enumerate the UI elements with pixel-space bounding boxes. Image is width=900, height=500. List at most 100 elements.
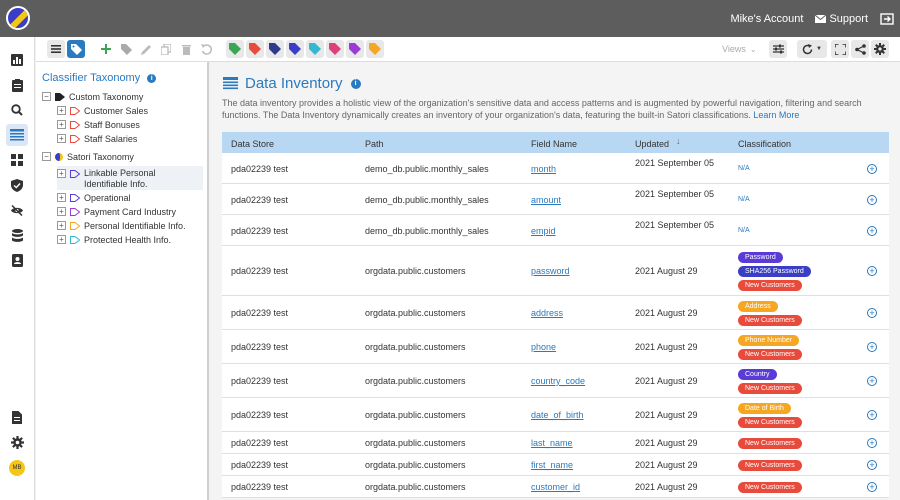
info-icon[interactable]: i [350, 78, 361, 89]
copy-button[interactable] [157, 40, 175, 58]
learn-more-link[interactable]: Learn More [753, 110, 799, 120]
tree-node-payment-card-industry[interactable]: + Payment Card Industry [57, 207, 176, 221]
add-classification-icon[interactable]: + [867, 460, 877, 470]
tag-filter-green[interactable] [226, 40, 244, 58]
classification-badge[interactable]: Address [738, 301, 778, 312]
table-row[interactable]: pda02239 test orgdata.public.customers cus… [222, 476, 889, 498]
classification-badge[interactable]: New Customers [738, 417, 802, 428]
cell-field-name[interactable]: address [531, 308, 563, 318]
tag-filter-navy[interactable] [266, 40, 284, 58]
data-inventory-icon[interactable] [6, 124, 28, 146]
table-row[interactable]: pda02239 test orgdata.public.customers cou… [222, 364, 889, 398]
expand-icon[interactable]: + [57, 169, 66, 178]
satori-logo-icon[interactable] [6, 6, 30, 30]
add-classification-icon[interactable]: + [867, 195, 877, 205]
add-button[interactable] [97, 40, 115, 58]
classification-badge[interactable]: New Customers [738, 438, 802, 449]
delete-button[interactable] [177, 40, 195, 58]
expand-icon[interactable]: + [57, 221, 66, 230]
table-row[interactable]: pda02239 test orgdata.public.customers pho… [222, 330, 889, 364]
table-row[interactable]: pda02239 test demo_db.public.monthly_sale… [222, 215, 889, 246]
column-header-updated[interactable]: Updated [635, 139, 669, 149]
classification-badge[interactable]: New Customers [738, 315, 802, 326]
account-menu[interactable]: Mike's Account [730, 13, 803, 25]
tree-node-staff-salaries[interactable]: + Staff Salaries [57, 134, 137, 148]
tree-node-staff-bonuses[interactable]: + Staff Bonuses [57, 120, 140, 134]
cell-field-name[interactable]: password [531, 266, 570, 276]
column-header-field-name[interactable]: Field Name [531, 139, 577, 149]
undo-button[interactable] [197, 40, 215, 58]
table-row[interactable]: pda02239 test demo_db.public.monthly_sale… [222, 184, 889, 215]
add-classification-icon[interactable]: + [867, 164, 877, 174]
expand-icon[interactable]: + [57, 106, 66, 115]
add-classification-icon[interactable]: + [867, 342, 877, 352]
cell-field-name[interactable]: amount [531, 195, 561, 205]
classification-badge[interactable]: Country [738, 369, 777, 380]
classification-badge[interactable]: New Customers [738, 349, 802, 360]
table-row[interactable]: pda02239 test orgdata.public.customers pas… [222, 246, 889, 296]
table-row[interactable]: pda02239 test orgdata.public.customers add… [222, 296, 889, 330]
tree-node-customer-sales[interactable]: + Customer Sales [57, 106, 148, 120]
tag-filter-orange[interactable] [366, 40, 384, 58]
classification-badge[interactable]: Phone Number [738, 335, 800, 346]
sort-desc-icon[interactable]: ↓ [676, 136, 681, 146]
cell-field-name[interactable]: country_code [531, 376, 585, 386]
tree-node-custom-taxonomy[interactable]: − Custom Taxonomy [42, 92, 143, 106]
tag-filter-red[interactable] [246, 40, 264, 58]
tag-view-button[interactable] [67, 40, 85, 58]
cell-field-name[interactable]: first_name [531, 460, 573, 470]
add-classification-icon[interactable]: + [867, 438, 877, 448]
table-row[interactable]: pda02239 test orgdata.public.customers las… [222, 432, 889, 454]
tree-node-linkable-pii[interactable]: + Linkable Personal Identifiable Info. [57, 166, 203, 190]
settings-button[interactable] [871, 40, 889, 58]
search-icon[interactable] [6, 99, 28, 121]
contacts-icon[interactable] [6, 249, 28, 271]
classification-badge[interactable]: New Customers [738, 460, 802, 471]
shield-icon[interactable] [6, 174, 28, 196]
eye-off-icon[interactable] [6, 199, 28, 221]
tree-node-phi[interactable]: + Protected Health Info. [57, 235, 171, 249]
grid-icon[interactable] [6, 149, 28, 171]
classification-badge[interactable]: New Customers [738, 280, 802, 291]
list-view-button[interactable] [47, 40, 65, 58]
add-classification-icon[interactable]: + [867, 308, 877, 318]
tag-filter-cyan[interactable] [306, 40, 324, 58]
classification-badge[interactable]: New Customers [738, 383, 802, 394]
cell-field-name[interactable]: last_name [531, 438, 573, 448]
support-link[interactable]: Support [815, 13, 868, 25]
add-classification-icon[interactable]: + [867, 482, 877, 492]
gear-icon[interactable] [6, 431, 28, 453]
expand-icon[interactable]: + [57, 235, 66, 244]
add-classification-icon[interactable]: + [867, 266, 877, 276]
tag-filter-blue[interactable] [286, 40, 304, 58]
fullscreen-button[interactable] [831, 40, 849, 58]
table-row[interactable]: pda02239 test orgdata.public.customers dat… [222, 398, 889, 432]
expand-icon[interactable]: + [57, 193, 66, 202]
expand-icon[interactable]: + [57, 207, 66, 216]
expand-icon[interactable]: + [57, 134, 66, 143]
tree-node-satori-taxonomy[interactable]: − Satori Taxonomy [42, 152, 134, 166]
classification-badge[interactable]: Password [738, 252, 783, 263]
classification-badge[interactable]: SHA256 Password [738, 266, 811, 277]
tree-node-operational[interactable]: + Operational [57, 193, 131, 207]
cell-field-name[interactable]: customer_id [531, 482, 580, 492]
table-row[interactable]: pda02239 test orgdata.public.customers fir… [222, 454, 889, 476]
tag-filter-pink[interactable] [326, 40, 344, 58]
collapse-icon[interactable]: − [42, 152, 51, 161]
cell-field-name[interactable]: empid [531, 226, 556, 236]
share-button[interactable] [851, 40, 869, 58]
dashboard-icon[interactable] [6, 49, 28, 71]
column-header-data-store[interactable]: Data Store [231, 139, 274, 149]
clipboard-icon[interactable] [6, 74, 28, 96]
tag-filter-purple[interactable] [346, 40, 364, 58]
edit-button[interactable] [137, 40, 155, 58]
table-row[interactable]: pda02239 test demo_db.public.monthly_sale… [222, 153, 889, 184]
cell-field-name[interactable]: date_of_birth [531, 410, 584, 420]
cell-field-name[interactable]: month [531, 164, 556, 174]
info-icon[interactable]: i [147, 73, 157, 83]
add-classification-icon[interactable]: + [867, 376, 877, 386]
classification-badge[interactable]: Date of Birth [738, 403, 791, 414]
views-dropdown[interactable]: Views ⌄ [722, 44, 757, 54]
database-icon[interactable] [6, 224, 28, 246]
cell-field-name[interactable]: phone [531, 342, 556, 352]
